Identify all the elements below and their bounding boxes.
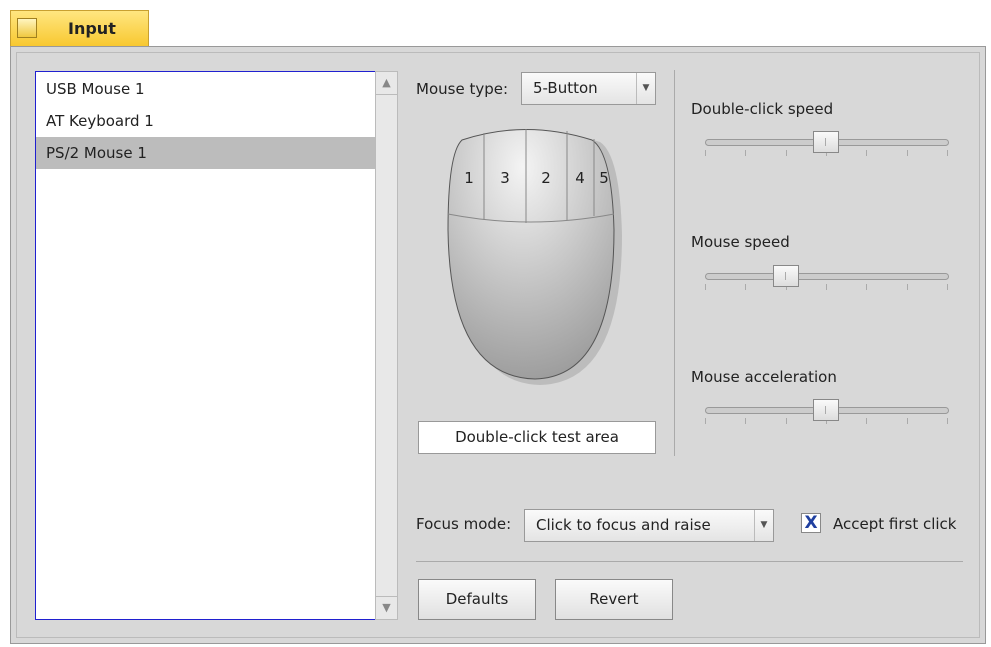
slider-tick	[826, 284, 827, 290]
mouse-button-4: 4	[575, 169, 585, 187]
slider-tick	[866, 284, 868, 290]
chevron-down-icon: ▼	[754, 510, 773, 541]
slider-tick	[906, 150, 908, 156]
divider	[674, 70, 675, 456]
mouse-speed-label: Mouse speed	[691, 233, 790, 251]
list-item[interactable]: USB Mouse 1	[36, 73, 375, 105]
focus-mode-dropdown[interactable]: Click to focus and raise ▼	[524, 509, 774, 542]
slider-tick	[906, 284, 908, 290]
slider-tick	[705, 150, 706, 156]
focus-mode-value: Click to focus and raise	[536, 516, 711, 534]
slider-tick	[866, 418, 868, 424]
slider-thumb[interactable]	[813, 399, 839, 421]
slider-thumb[interactable]	[813, 131, 839, 153]
mouse-button-1: 1	[464, 169, 474, 187]
slider-tick	[785, 150, 787, 156]
mouse-button-5: 5	[599, 169, 609, 187]
mouse-button-2: 2	[541, 169, 551, 187]
double-click-speed-label: Double-click speed	[691, 100, 834, 118]
slider-tick	[745, 284, 747, 290]
mouse-type-dropdown[interactable]: 5-Button ▼	[521, 72, 656, 105]
slider-tick	[705, 284, 706, 290]
list-scrollbar[interactable]: ▲ ▼	[375, 71, 398, 620]
slider-tick	[947, 150, 948, 156]
slider-tick	[866, 150, 868, 156]
accept-first-click-checkbox[interactable]: X	[801, 513, 821, 533]
slider-tick	[906, 418, 908, 424]
slider-tick	[705, 418, 706, 424]
double-click-test-area[interactable]: Double-click test area	[418, 421, 656, 454]
mouse-acceleration-label: Mouse acceleration	[691, 368, 837, 386]
slider-thumb[interactable]	[772, 265, 799, 287]
scroll-up-icon[interactable]: ▲	[376, 72, 397, 95]
mouse-speed-slider[interactable]	[705, 265, 949, 295]
window-tab[interactable]: Input	[10, 10, 149, 46]
list-item[interactable]: AT Keyboard 1	[36, 105, 375, 137]
window-title: Input	[68, 19, 116, 38]
slider-tick	[745, 150, 747, 156]
mouse-button-3: 3	[500, 169, 510, 187]
mouse-type-value: 5-Button	[533, 79, 598, 97]
slider-tick	[947, 418, 948, 424]
device-list[interactable]: USB Mouse 1 AT Keyboard 1 PS/2 Mouse 1	[35, 71, 376, 620]
separator	[416, 561, 963, 562]
zoom-button[interactable]	[17, 18, 37, 38]
slider-track[interactable]	[705, 273, 949, 280]
defaults-button[interactable]: Defaults	[418, 579, 536, 620]
slider-tick	[745, 418, 747, 424]
list-item[interactable]: PS/2 Mouse 1	[36, 137, 375, 169]
focus-mode-label: Focus mode:	[416, 515, 512, 533]
mouse-acceleration-slider[interactable]	[705, 399, 949, 429]
scroll-down-icon[interactable]: ▼	[376, 596, 397, 619]
slider-tick	[785, 418, 787, 424]
chevron-down-icon: ▼	[636, 73, 655, 104]
double-click-speed-slider[interactable]	[705, 131, 949, 161]
mouse-type-label: Mouse type:	[416, 80, 508, 98]
slider-tick	[947, 284, 948, 290]
mouse-image[interactable]: 1 3 2 4 5	[440, 125, 640, 385]
accept-first-click-label[interactable]: Accept first click	[833, 515, 957, 533]
revert-button[interactable]: Revert	[555, 579, 673, 620]
